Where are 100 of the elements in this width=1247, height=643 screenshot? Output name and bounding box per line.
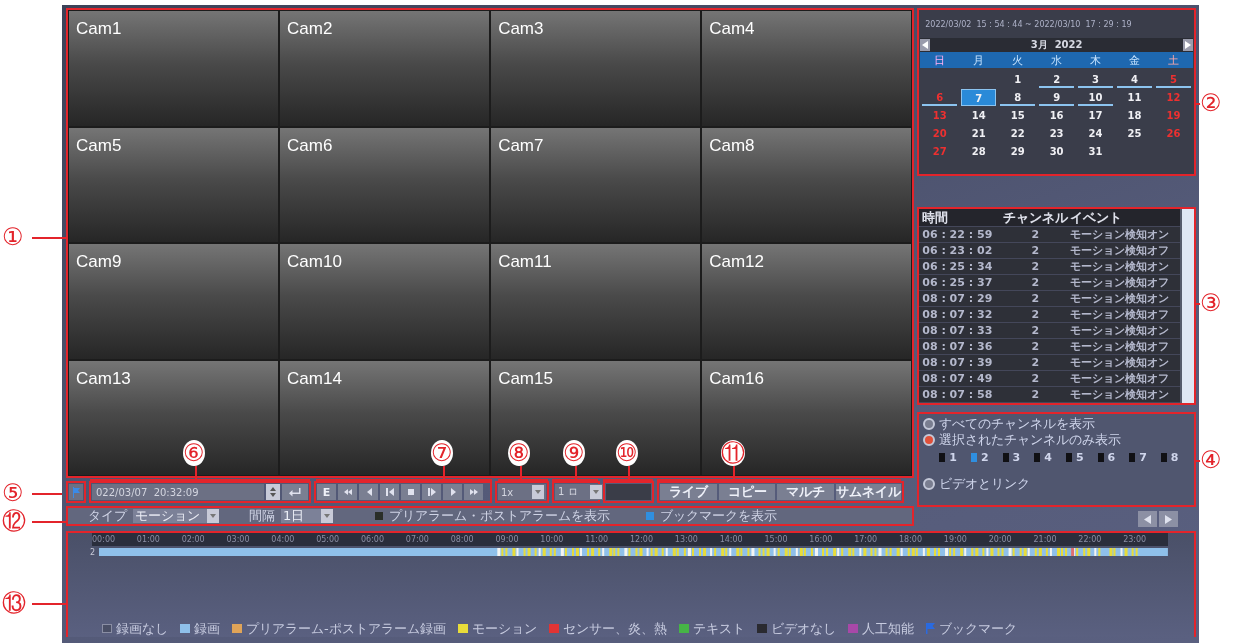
channel-number: 2 [90,547,96,557]
hour-label: 22:00 [1078,535,1103,544]
calendar-day[interactable]: 25 [1117,125,1153,142]
calendar-day[interactable]: 8 [1000,89,1036,106]
speed-dropdown[interactable]: 1x [498,484,546,500]
calendar-day[interactable]: 28 [961,143,997,160]
checkbox[interactable] [1160,453,1167,462]
interval-label: 間隔 [249,507,275,525]
calendar-day[interactable]: 10 [1078,89,1114,106]
table-cell-text: 2 [1030,243,1041,257]
camera-view[interactable]: Cam11 [490,243,702,360]
camera-view[interactable]: Cam9 [68,243,280,360]
camera-view[interactable]: Cam10 [279,243,491,360]
radio-button[interactable] [923,478,936,490]
mode-button[interactable]: サムネイル [836,484,901,500]
hour-label: 14:00 [719,535,744,544]
weekday-label: 火 [1011,52,1025,68]
calendar-day[interactable]: 22 [1000,125,1036,142]
checkbox[interactable] [646,512,654,520]
reverse-play-button[interactable] [380,484,399,500]
type-dropdown[interactable]: モーション [133,509,219,523]
camera-label: Cam12 [709,252,764,271]
hour-label: 15:00 [764,535,789,544]
split-dropdown[interactable]: 1 ロ [555,484,604,500]
calendar-day[interactable]: 15 [1000,107,1036,124]
checkbox[interactable] [1129,453,1136,462]
checkbox[interactable] [1002,453,1009,462]
table-cell-text: 2 [1030,339,1041,353]
table-cell-text: 08 : 07 : 39 [922,355,994,369]
step-back-button[interactable] [359,484,378,500]
rewind-icon [342,487,353,497]
checkbox[interactable] [1034,453,1041,462]
next-month-button[interactable] [1183,39,1193,51]
calendar-day[interactable]: 18 [1117,107,1153,124]
camera-view[interactable]: Cam12 [701,243,913,360]
previous-month-button[interactable] [920,39,931,51]
calendar-day[interactable]: 21 [961,125,997,142]
table-cell-text: 2 [1030,323,1041,337]
table-cell-text: 08 : 07 : 36 [922,339,994,353]
calendar-day[interactable]: 11 [1117,89,1153,106]
checkbox[interactable] [375,512,383,520]
enter-button[interactable] [282,484,308,500]
left-arrow-icon [922,41,929,49]
mode-button[interactable]: マルチ [777,484,834,500]
calendar-day[interactable]: 29 [1000,143,1036,160]
caret-icon [592,490,599,494]
step-forward-button[interactable] [443,484,462,500]
table-cell-text: モーション検知オン [1070,258,1171,274]
bookmark-button[interactable] [69,484,83,500]
caret-icon [535,490,541,494]
camera-label: Cam7 [498,135,544,155]
fast-forward-button[interactable] [464,484,483,500]
datetime-field[interactable]: 022/03/07 20:32:09 [92,484,264,500]
table-cell-text: 08 : 07 : 32 [922,307,994,321]
spinner-button[interactable] [266,484,280,500]
calendar-day[interactable]: 2 [1039,71,1075,88]
interval-dropdown[interactable]: 1日 [281,509,333,523]
calendar-day[interactable]: 7 [961,89,997,106]
calendar-day[interactable]: 1 [1000,71,1036,88]
calendar-day[interactable]: 31 [1078,143,1114,160]
camera-view[interactable]: Cam5 [68,126,280,243]
right-arrow-icon [1165,514,1172,524]
camera-view[interactable]: Cam2 [279,10,491,127]
calendar-day[interactable]: 24 [1078,125,1114,142]
hour-label: 11:00 [585,535,610,544]
table-cell-text: モーション検知オフ [1070,370,1171,386]
radio-button[interactable] [923,418,936,430]
calendar-day[interactable]: 3 [1078,71,1114,88]
checkbox[interactable] [1065,453,1072,462]
radio-label: 選択されたチャンネルのみ表示 [939,431,1122,449]
checkbox[interactable] [970,453,977,462]
camera-label: Cam16 [709,368,764,388]
stop-button[interactable] [401,484,420,500]
checkbox[interactable] [1097,453,1104,462]
calendar-day[interactable]: 17 [1078,107,1114,124]
legend-label: モーション [471,619,537,638]
play-button[interactable] [422,484,441,500]
camera-view[interactable]: Cam8 [701,126,913,243]
calendar-day[interactable]: 30 [1039,143,1075,160]
radio-button[interactable] [923,434,936,446]
mode-button[interactable]: ライブ [660,484,717,500]
camera-view[interactable]: Cam3 [490,10,702,127]
mode-button[interactable]: コピー [718,484,776,500]
next-button[interactable] [1159,511,1178,527]
calendar-day[interactable]: 14 [961,107,997,124]
camera-view[interactable]: Cam1 [68,10,280,127]
calendar-day[interactable]: 23 [1039,125,1075,142]
table-cell-text: 06 : 23 : 02 [922,243,994,257]
calendar-day[interactable]: 16 [1039,107,1075,124]
camera-view[interactable]: Cam7 [490,126,702,243]
previous-button[interactable] [1138,511,1157,527]
legend-label: ブックマーク [938,619,1017,638]
checkbox[interactable] [939,453,946,462]
table-cell-text: 06 : 25 : 34 [922,259,994,273]
end-button[interactable]: E [317,484,336,500]
camera-view[interactable]: Cam4 [701,10,913,127]
calendar-day[interactable]: 9 [1039,89,1075,106]
calendar-day[interactable]: 4 [1117,71,1153,88]
rewind-button[interactable] [338,484,357,500]
camera-view[interactable]: Cam6 [279,126,491,243]
